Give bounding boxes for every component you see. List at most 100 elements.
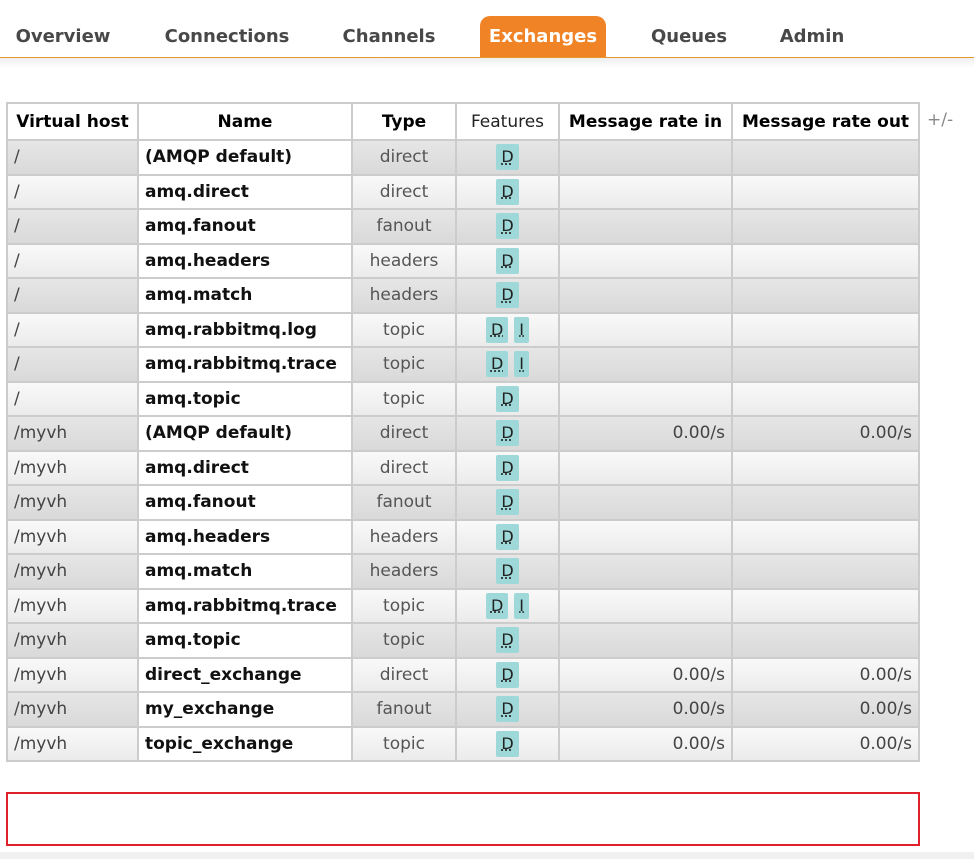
durable-badge: D [485,592,509,619]
cell-name-link[interactable]: amq.topic [137,380,353,417]
column-header-rate-in[interactable]: Message rate in [558,102,733,141]
cell-rate-in [558,587,733,624]
cell-rate-in: 0.00/s [558,415,733,452]
cell-name-link[interactable]: amq.match [137,277,353,314]
table-row[interactable]: /myvh amq.fanout fanout D [6,484,920,521]
cell-name-link[interactable]: amq.fanout [137,208,353,245]
cell-features: D [455,242,560,279]
column-header-rate-out[interactable]: Message rate out [731,102,920,141]
cell-vhost: /myvh [6,449,139,486]
cell-name-link[interactable]: (AMQP default) [137,139,353,176]
column-header-vhost[interactable]: Virtual host [6,102,139,141]
durable-badge: D [496,558,519,585]
cell-features: D [455,277,560,314]
cell-name-link[interactable]: amq.rabbitmq.trace [137,587,353,624]
table-row[interactable]: /myvh topic_exchange topic D 0.00/s 0.00/s [6,725,920,762]
table-row[interactable]: / amq.match headers D [6,277,920,314]
cell-vhost: /myvh [6,656,139,693]
cell-vhost: /myvh [6,484,139,521]
cell-name-link[interactable]: amq.rabbitmq.trace [137,346,353,383]
table-row[interactable]: /myvh amq.rabbitmq.trace topic D I [6,587,920,624]
toggle-columns-link[interactable]: +/- [927,110,953,130]
tab-exchanges[interactable]: Exchanges [480,16,606,57]
cell-rate-out [731,208,920,245]
cell-rate-in: 0.00/s [558,656,733,693]
cell-name-link[interactable]: amq.topic [137,622,353,659]
tab-queues[interactable]: Queues [642,16,736,57]
cell-features: D [455,173,560,210]
tab-connections[interactable]: Connections [156,16,298,57]
cell-features: DI [455,587,560,624]
table-row[interactable]: / amq.direct direct D [6,173,920,210]
cell-type: topic [351,380,457,417]
cell-rate-out: 0.00/s [731,656,920,693]
cell-rate-out [731,553,920,590]
cell-type: topic [351,346,457,383]
durable-badge: D [496,627,519,654]
table-row[interactable]: / amq.headers headers D [6,242,920,279]
cell-features: D [455,656,560,693]
cell-type: direct [351,656,457,693]
cell-type: fanout [351,484,457,521]
column-header-name[interactable]: Name [137,102,353,141]
cell-type: direct [351,173,457,210]
bottom-strip [0,852,974,859]
durable-badge: D [496,696,519,723]
table-row[interactable]: / amq.topic topic D [6,380,920,417]
cell-name-link[interactable]: amq.match [137,553,353,590]
durable-badge: D [496,178,519,205]
table-row[interactable]: / amq.rabbitmq.log topic D I [6,311,920,348]
cell-vhost: / [6,277,139,314]
cell-vhost: / [6,311,139,348]
tab-channels[interactable]: Channels [334,16,444,57]
tab-admin[interactable]: Admin [772,16,852,57]
cell-vhost: /myvh [6,553,139,590]
table-row[interactable]: / amq.fanout fanout D [6,208,920,245]
cell-vhost: /myvh [6,587,139,624]
cell-name-link[interactable]: amq.direct [137,449,353,486]
table-row[interactable]: /myvh my_exchange fanout D 0.00/s 0.00/s [6,691,920,728]
cell-name-link[interactable]: amq.direct [137,173,353,210]
cell-name-link[interactable]: topic_exchange [137,725,353,762]
table-row[interactable]: /myvh amq.topic topic D [6,622,920,659]
cell-rate-in [558,208,733,245]
table-row[interactable]: /myvh (AMQP default) direct D 0.00/s 0.00/s [6,415,920,452]
table-row[interactable]: /myvh amq.headers headers D [6,518,920,555]
cell-rate-in [558,277,733,314]
internal-badge: I [514,351,530,378]
table-row[interactable]: /myvh amq.match headers D [6,553,920,590]
cell-name-link[interactable]: amq.headers [137,518,353,555]
cell-name-link[interactable]: amq.rabbitmq.log [137,311,353,348]
durable-badge: D [485,351,509,378]
cell-type: headers [351,277,457,314]
cell-vhost: / [6,173,139,210]
cell-rate-out [731,587,920,624]
cell-rate-out [731,346,920,383]
cell-name-link[interactable]: amq.fanout [137,484,353,521]
cell-vhost: /myvh [6,518,139,555]
cell-name-link[interactable]: (AMQP default) [137,415,353,452]
tab-overview[interactable]: Overview [6,16,120,57]
cell-rate-out: 0.00/s [731,725,920,762]
durable-badge: D [496,523,519,550]
cell-features: D [455,553,560,590]
table-row[interactable]: / amq.rabbitmq.trace topic D I [6,346,920,383]
durable-badge: D [496,213,519,240]
cell-name-link[interactable]: amq.headers [137,242,353,279]
cell-name-link[interactable]: my_exchange [137,691,353,728]
table-row[interactable]: /myvh direct_exchange direct D 0.00/s 0.00/s [6,656,920,693]
cell-type: topic [351,311,457,348]
cell-type: direct [351,415,457,452]
column-header-type[interactable]: Type [351,102,457,141]
cell-rate-in [558,518,733,555]
durable-badge: D [496,489,519,516]
cell-vhost: / [6,380,139,417]
internal-badge: I [514,316,530,343]
table-row[interactable]: / (AMQP default) direct D [6,139,920,176]
cell-features: D [455,415,560,452]
cell-rate-out: 0.00/s [731,415,920,452]
highlight-box [6,792,920,846]
cell-name-link[interactable]: direct_exchange [137,656,353,693]
cell-type: fanout [351,208,457,245]
table-row[interactable]: /myvh amq.direct direct D [6,449,920,486]
